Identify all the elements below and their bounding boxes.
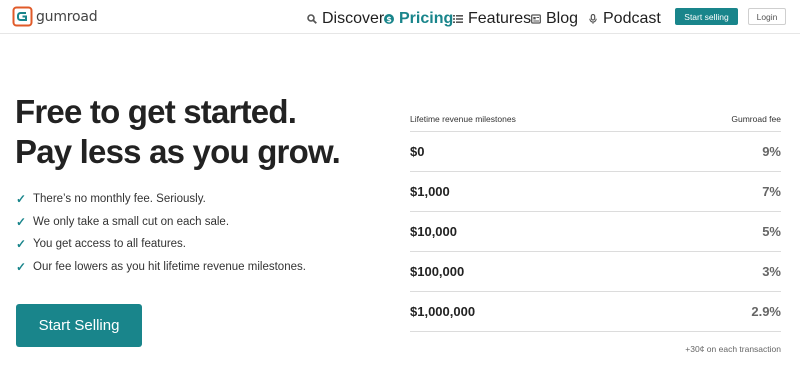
- fee-percentage: 2.9%: [751, 304, 781, 319]
- table-row: $10,000 5%: [410, 212, 781, 252]
- gumroad-logo[interactable]: gumroad: [12, 6, 98, 27]
- checkmark-icon: ✓: [16, 259, 27, 274]
- fee-percentage: 9%: [762, 144, 781, 159]
- gumroad-logo-icon: [12, 6, 33, 27]
- search-icon: [307, 14, 317, 24]
- nav-pricing-label: Pricing: [399, 10, 454, 27]
- hero-headline: Free to get started. Pay less as you gro…: [15, 92, 341, 172]
- fee-column-header: Gumroad fee: [731, 113, 781, 124]
- feature-item: ✓ Our fee lowers as you hit lifetime reve…: [16, 256, 306, 279]
- milestone-amount: $10,000: [410, 224, 457, 239]
- feature-text: There’s no monthly fee. Seriously.: [33, 193, 206, 206]
- table-row: $0 9%: [410, 132, 781, 172]
- svg-text:$: $: [386, 15, 392, 24]
- feature-item: ✓ We only take a small cut on each sale.: [16, 211, 306, 234]
- milestone-amount: $0: [410, 144, 425, 159]
- feature-text: Our fee lowers as you hit lifetime reven…: [33, 260, 306, 273]
- feature-text: We only take a small cut on each sale.: [33, 215, 230, 228]
- headline-line-1: Free to get started.: [15, 93, 297, 130]
- fee-percentage: 5%: [762, 224, 781, 239]
- top-nav-bar: gumroad Discover $ Pricing Features Blog…: [0, 0, 800, 34]
- pricing-table: Lifetime revenue milestones Gumroad fee …: [410, 106, 781, 332]
- newspaper-icon: [531, 14, 541, 24]
- start-selling-cta-button[interactable]: Start Selling: [16, 304, 142, 347]
- table-row: $100,000 3%: [410, 252, 781, 292]
- nav-pricing[interactable]: $ Pricing: [384, 10, 453, 28]
- nav-podcast[interactable]: Podcast: [588, 10, 661, 28]
- nav-blog[interactable]: Blog: [531, 10, 578, 28]
- checkmark-icon: ✓: [16, 192, 27, 207]
- dollar-icon: $: [384, 14, 394, 24]
- logo-wordmark: gumroad: [36, 8, 98, 25]
- microphone-icon: [589, 14, 597, 24]
- milestone-amount: $1,000: [410, 184, 450, 199]
- headline-line-2: Pay less as you grow.: [15, 133, 341, 170]
- transaction-fee-note: +30¢ on each transaction: [685, 344, 781, 354]
- nav-discover-label: Discover: [322, 10, 385, 27]
- nav-podcast-label: Podcast: [603, 10, 661, 27]
- milestone-amount: $100,000: [410, 264, 465, 279]
- fee-percentage: 7%: [762, 184, 781, 199]
- feature-item: ✓ You get access to all features.: [16, 233, 306, 256]
- milestone-amount: $1,000,000: [410, 304, 476, 319]
- feature-item: ✓ There’s no monthly fee. Seriously.: [16, 188, 306, 211]
- pricing-table-header: Lifetime revenue milestones Gumroad fee: [410, 106, 781, 132]
- nav-features-label: Features: [468, 10, 532, 27]
- checkmark-icon: ✓: [16, 214, 27, 229]
- start-selling-nav-button[interactable]: Start selling: [675, 8, 738, 25]
- checkmark-icon: ✓: [16, 237, 27, 252]
- table-row: $1,000,000 2.9%: [410, 292, 781, 332]
- milestones-column-header: Lifetime revenue milestones: [410, 113, 516, 124]
- list-icon: [453, 15, 463, 23]
- feature-list: ✓ There’s no monthly fee. Seriously. ✓ We …: [16, 188, 306, 278]
- fee-percentage: 3%: [762, 264, 781, 279]
- login-button[interactable]: Login: [748, 8, 786, 25]
- nav-discover[interactable]: Discover: [307, 10, 384, 28]
- table-row: $1,000 7%: [410, 172, 781, 212]
- feature-text: You get access to all features.: [33, 238, 187, 251]
- nav-features[interactable]: Features: [453, 10, 531, 28]
- nav-blog-label: Blog: [546, 10, 579, 27]
